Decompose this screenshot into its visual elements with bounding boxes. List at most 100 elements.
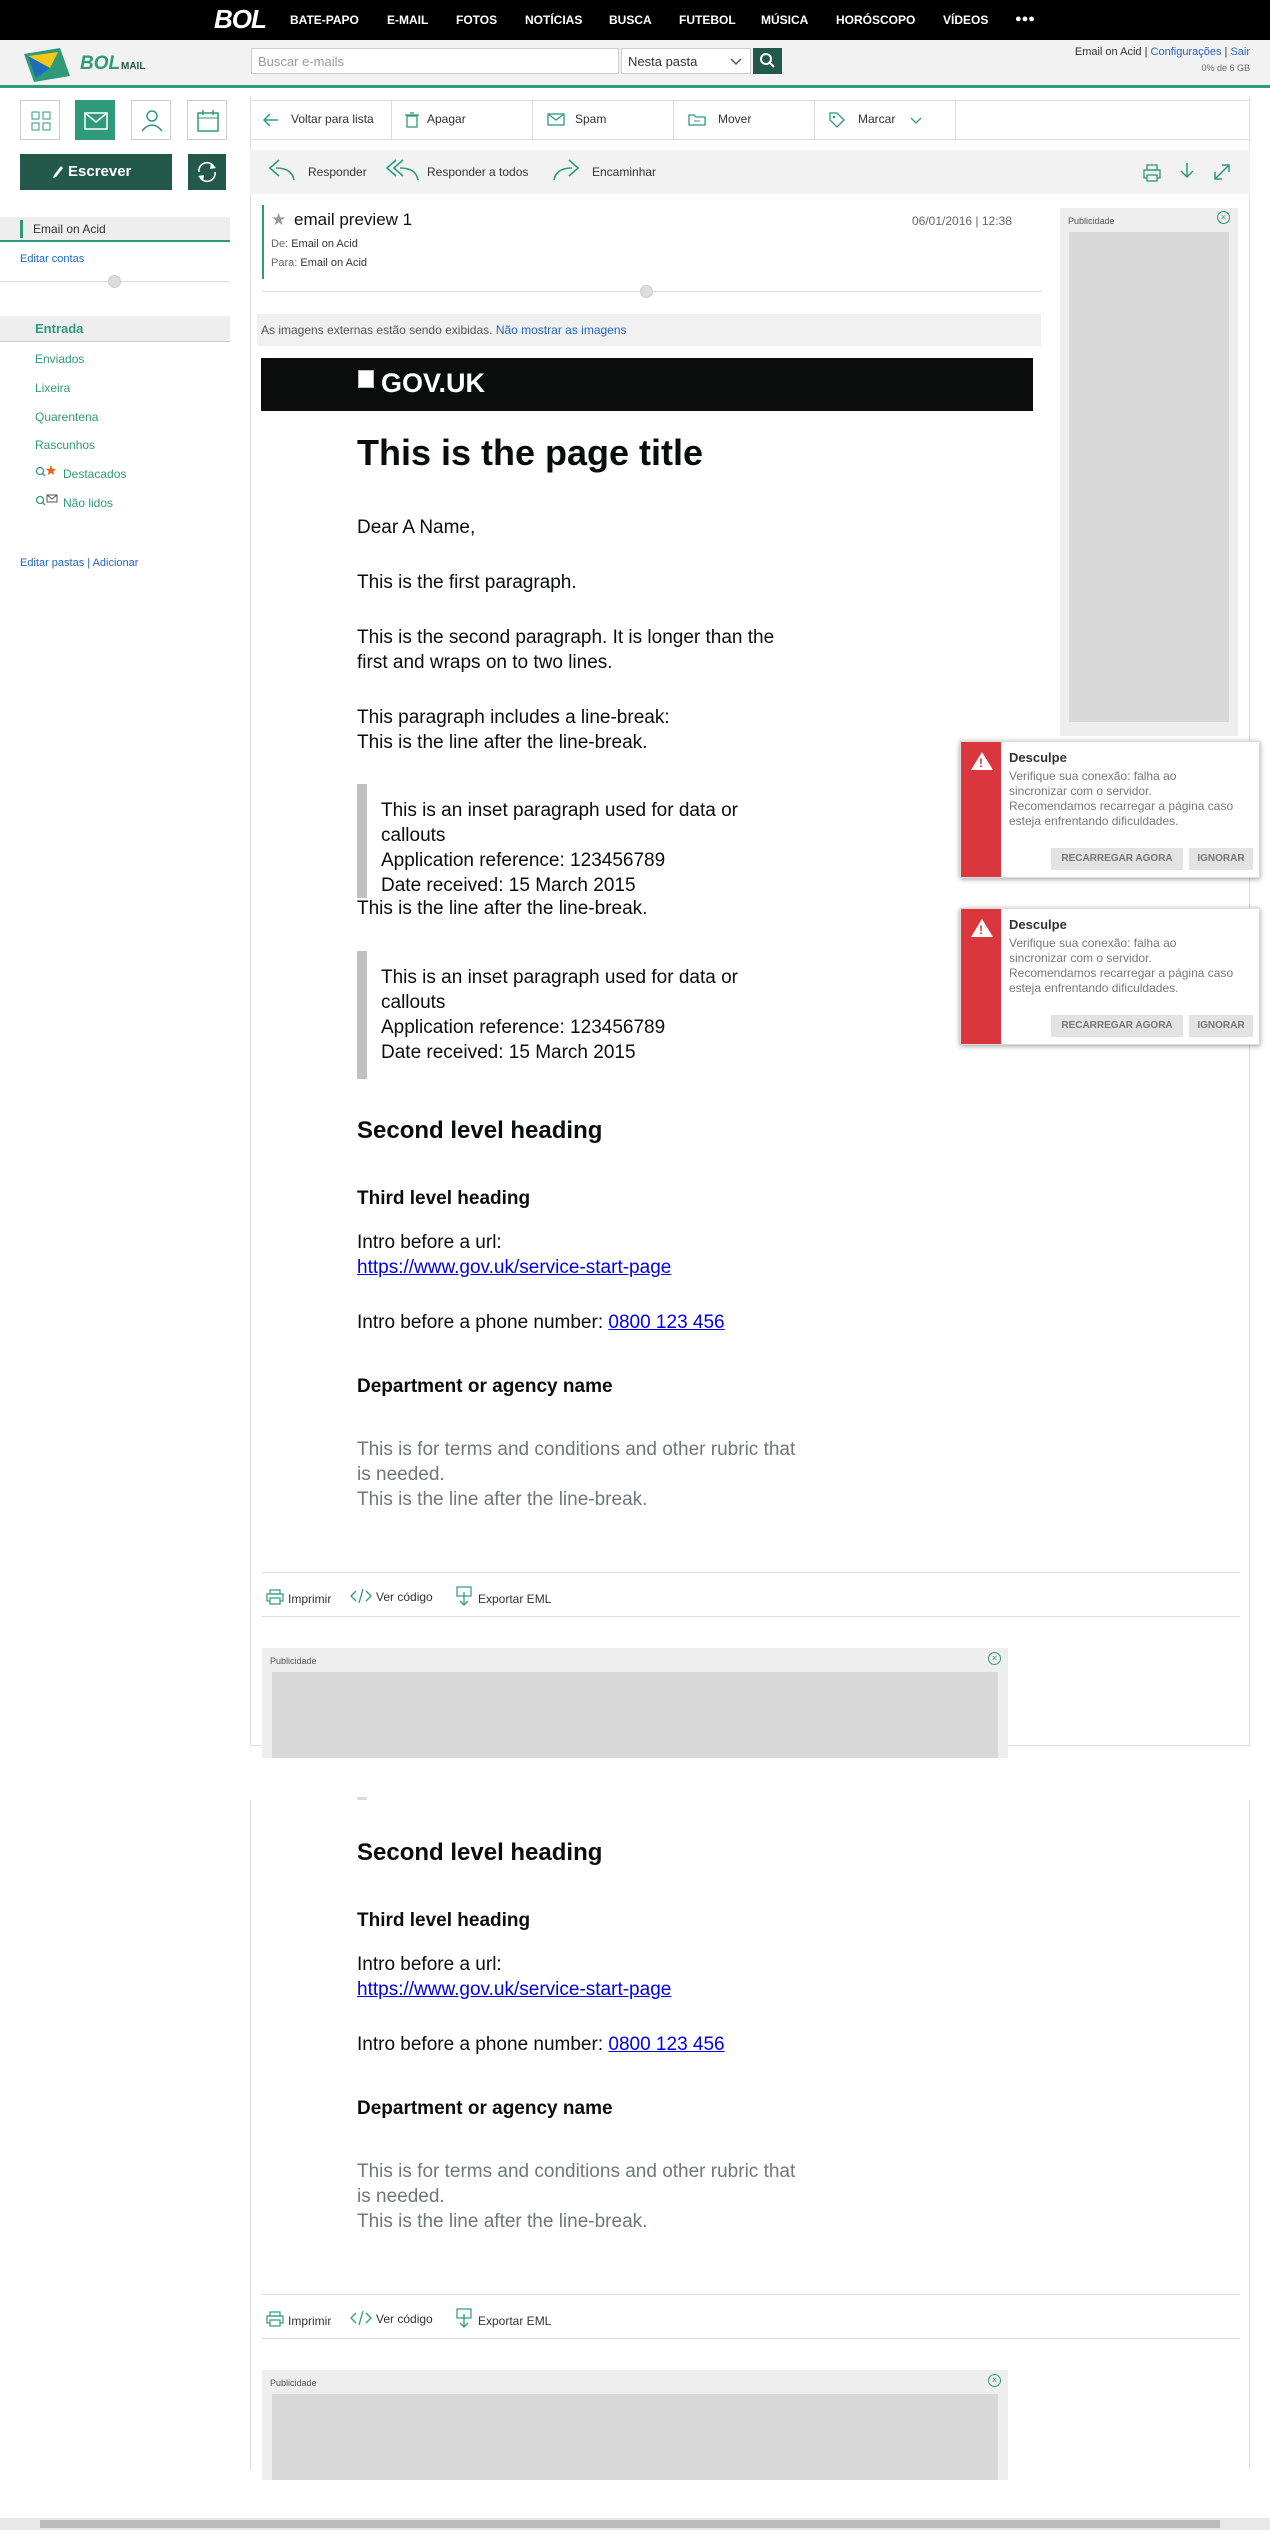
email-heading-3: Third level heading: [357, 1910, 531, 1931]
apps-button[interactable]: [20, 100, 60, 140]
ignore-button[interactable]: IGNORAR: [1189, 1015, 1253, 1037]
filter-unread[interactable]: Não lidos: [63, 496, 113, 510]
message-from: De: Email on Acid: [271, 238, 358, 250]
reply-button[interactable]: Responder: [308, 165, 367, 179]
settings-link[interactable]: Configurações: [1151, 46, 1222, 58]
nav-futebol[interactable]: FUTEBOL: [679, 13, 736, 27]
ignore-button[interactable]: IGNORAR: [1189, 848, 1253, 870]
print-button[interactable]: Imprimir: [288, 1592, 331, 1606]
forward-button[interactable]: Encaminhar: [592, 165, 656, 179]
mark-dropdown[interactable]: Marcar: [815, 101, 956, 139]
edit-folders-link[interactable]: Editar pastas: [20, 557, 84, 569]
toast-line: esteja enfrentando dificuldades.: [1009, 814, 1179, 828]
folder-quarantine[interactable]: Quarentena: [35, 410, 98, 424]
folder-drafts[interactable]: Rascunhos: [35, 438, 95, 452]
print-icon: [1143, 164, 1161, 182]
add-folder-link[interactable]: Adicionar: [93, 557, 139, 569]
mail-app-button[interactable]: [75, 100, 115, 140]
horizontal-scrollbar[interactable]: [0, 2518, 1270, 2530]
phone-link[interactable]: 0800 123 456: [608, 1312, 724, 1333]
folder-scope-select[interactable]: Nesta pasta: [621, 48, 751, 74]
close-ad-icon[interactable]: ×: [988, 2374, 1001, 2387]
service-start-link[interactable]: https://www.gov.uk/service-start-page: [357, 1979, 671, 2000]
export-eml-button[interactable]: Exportar EML: [478, 1592, 551, 1606]
collapse-handle[interactable]: [108, 275, 121, 288]
nav-fotos[interactable]: FOTOS: [456, 13, 497, 27]
star-icon[interactable]: ★: [271, 210, 286, 230]
logo-subtext: MAIL: [121, 61, 146, 72]
close-ad-icon[interactable]: ×: [1217, 211, 1230, 224]
calendar-button[interactable]: [187, 100, 227, 140]
message-subject: email preview 1: [294, 210, 413, 229]
spam-button[interactable]: Spam: [533, 101, 674, 139]
header-collapse-handle[interactable]: [640, 285, 653, 298]
service-start-link[interactable]: https://www.gov.uk/service-start-page: [357, 1257, 671, 1278]
nav-email[interactable]: E-MAIL: [387, 13, 428, 27]
message-toolbar: Voltar para lista Apagar Spam Mover Marc…: [250, 100, 1250, 140]
phone-intro: Intro before a phone number:: [357, 2034, 609, 2055]
refresh-button[interactable]: [188, 154, 226, 190]
toast-line: Recomendamos recarregar a página caso: [1009, 799, 1234, 813]
email-paragraph-3a: This paragraph includes a line-break:: [357, 707, 670, 728]
email-terms-a: This is for terms and conditions and oth…: [357, 1439, 796, 1460]
govuk-logo-text: GOV.UK: [381, 368, 486, 398]
toast-title: Desculpe: [1009, 750, 1067, 765]
move-button[interactable]: Mover: [674, 101, 815, 139]
close-ad-icon[interactable]: ×: [988, 1652, 1001, 1665]
compose-button[interactable]: Escrever: [20, 154, 172, 190]
bottom-advertisement: Publicidade ×: [262, 2370, 1008, 2480]
filter-starred[interactable]: Destacados: [63, 467, 126, 481]
back-to-list-button[interactable]: Voltar para lista: [251, 101, 392, 139]
delete-label: Apagar: [427, 112, 466, 126]
bol-brand-link[interactable]: BOL: [214, 4, 267, 35]
pencil-icon: [53, 166, 63, 178]
scrollbar-thumb[interactable]: [40, 2520, 1220, 2528]
nav-noticias[interactable]: NOTÍCIAS: [525, 13, 582, 27]
email-paragraph-2a: This is the second paragraph. It is long…: [357, 627, 775, 648]
email-phone-line: Intro before a phone number: 0800 123 45…: [357, 2032, 797, 2057]
code-icon: [350, 1588, 372, 1604]
nav-bate-papo[interactable]: BATE-PAPO: [290, 13, 359, 27]
email-url-line: https://www.gov.uk/service-start-page: [357, 1977, 797, 2002]
view-source-button[interactable]: Ver código: [376, 1590, 433, 1604]
govuk-header-bar: [261, 358, 1033, 411]
reply-all-button[interactable]: Responder a todos: [427, 165, 528, 179]
starred-search-icon: [35, 465, 63, 479]
search-input[interactable]: Buscar e-mails: [251, 48, 619, 74]
phone-link[interactable]: 0800 123 456: [608, 2034, 724, 2055]
view-source-button[interactable]: Ver código: [376, 2312, 433, 2326]
inset-line-d: Date received: 15 March 2015: [381, 1042, 636, 1063]
account-selector[interactable]: Email on Acid: [0, 217, 230, 242]
export-eml-button[interactable]: Exportar EML: [478, 2314, 551, 2328]
ad-placeholder: [272, 1672, 998, 1758]
contacts-button[interactable]: [131, 100, 171, 140]
from-value[interactable]: Email on Acid: [291, 238, 358, 250]
folder-trash[interactable]: Lixeira: [35, 381, 70, 395]
logout-link[interactable]: Sair: [1230, 46, 1250, 58]
bol-mail-logo-icon[interactable]: [20, 46, 74, 84]
delete-button[interactable]: Apagar: [392, 101, 533, 139]
edit-accounts-link[interactable]: Editar contas: [20, 253, 84, 265]
inset-line-d: Date received: 15 March 2015: [381, 875, 636, 896]
nav-videos[interactable]: VÍDEOS: [943, 13, 988, 27]
bottom-advertisement: Publicidade ×: [262, 1648, 1008, 1758]
ad-label: Publicidade: [1068, 216, 1115, 226]
nav-horoscopo[interactable]: HORÓSCOPO: [836, 13, 915, 27]
trash-icon: [405, 112, 419, 128]
mail-header: BOL MAIL Buscar e-mails Nesta pasta Emai…: [0, 40, 1270, 88]
toast-line: Verifique sua conexão: falha ao: [1009, 769, 1177, 783]
reload-now-button[interactable]: RECARREGAR AGORA: [1051, 848, 1183, 870]
nav-busca[interactable]: BUSCA: [609, 13, 652, 27]
folder-actions: Editar pastas | Adicionar: [20, 557, 138, 569]
hide-images-link[interactable]: Não mostrar as imagens: [496, 323, 627, 337]
folder-inbox[interactable]: Entrada: [0, 316, 230, 342]
sync-error-toast: Desculpe Verifique sua conexão: falha ao…: [960, 741, 1260, 878]
reload-now-button[interactable]: RECARREGAR AGORA: [1051, 1015, 1183, 1037]
search-button[interactable]: [753, 48, 782, 74]
nav-musica[interactable]: MÚSICA: [761, 13, 808, 27]
print-button[interactable]: Imprimir: [288, 2314, 331, 2328]
nav-more-icon[interactable]: ●●●: [1015, 13, 1035, 25]
email-terms-c: This is the line after the line-break.: [357, 2211, 648, 2232]
to-value[interactable]: Email on Acid: [300, 257, 367, 269]
folder-sent[interactable]: Enviados: [35, 352, 84, 366]
